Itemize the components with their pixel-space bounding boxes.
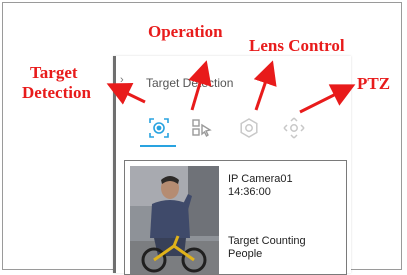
lens-control-icon — [240, 118, 258, 138]
event-type-info: Target Counting People — [228, 235, 306, 261]
chevron-right-icon[interactable]: › — [120, 74, 124, 86]
operation-button[interactable] — [186, 112, 218, 144]
callout-target-detection-line2: Detection — [22, 83, 91, 102]
camera-name: IP Camera01 — [228, 173, 293, 185]
panel-header[interactable]: › Target Detection — [116, 68, 348, 98]
callout-operation: Operation — [148, 22, 223, 41]
panel-toolbar — [136, 112, 336, 147]
snapshot-image — [130, 166, 219, 274]
panel-title: Target Detection — [146, 76, 234, 90]
target-detection-icon — [149, 118, 169, 138]
operation-icon — [192, 119, 212, 138]
event-type-line2: People — [228, 248, 263, 260]
event-camera-info: IP Camera01 14:36:00 — [228, 173, 293, 199]
callout-lens-control: Lens Control — [249, 36, 345, 55]
lens-control-button[interactable] — [233, 112, 265, 144]
ptz-icon — [283, 117, 305, 139]
event-card[interactable]: IP Camera01 14:36:00 Target Counting Peo… — [124, 160, 347, 275]
ptz-button[interactable] — [278, 112, 310, 144]
callout-target-detection: Target Detection — [22, 63, 91, 103]
active-tab-indicator — [140, 145, 176, 147]
event-snapshot[interactable] — [130, 166, 219, 274]
event-time: 14:36:00 — [228, 186, 271, 198]
callout-ptz: PTZ — [357, 74, 391, 93]
event-type-line1: Target Counting — [228, 235, 306, 247]
target-detection-panel: › Target Detection IP Camera01 14:36:00 … — [113, 56, 351, 275]
callout-target-detection-line1: Target — [30, 63, 78, 82]
target-detection-button[interactable] — [143, 112, 175, 144]
